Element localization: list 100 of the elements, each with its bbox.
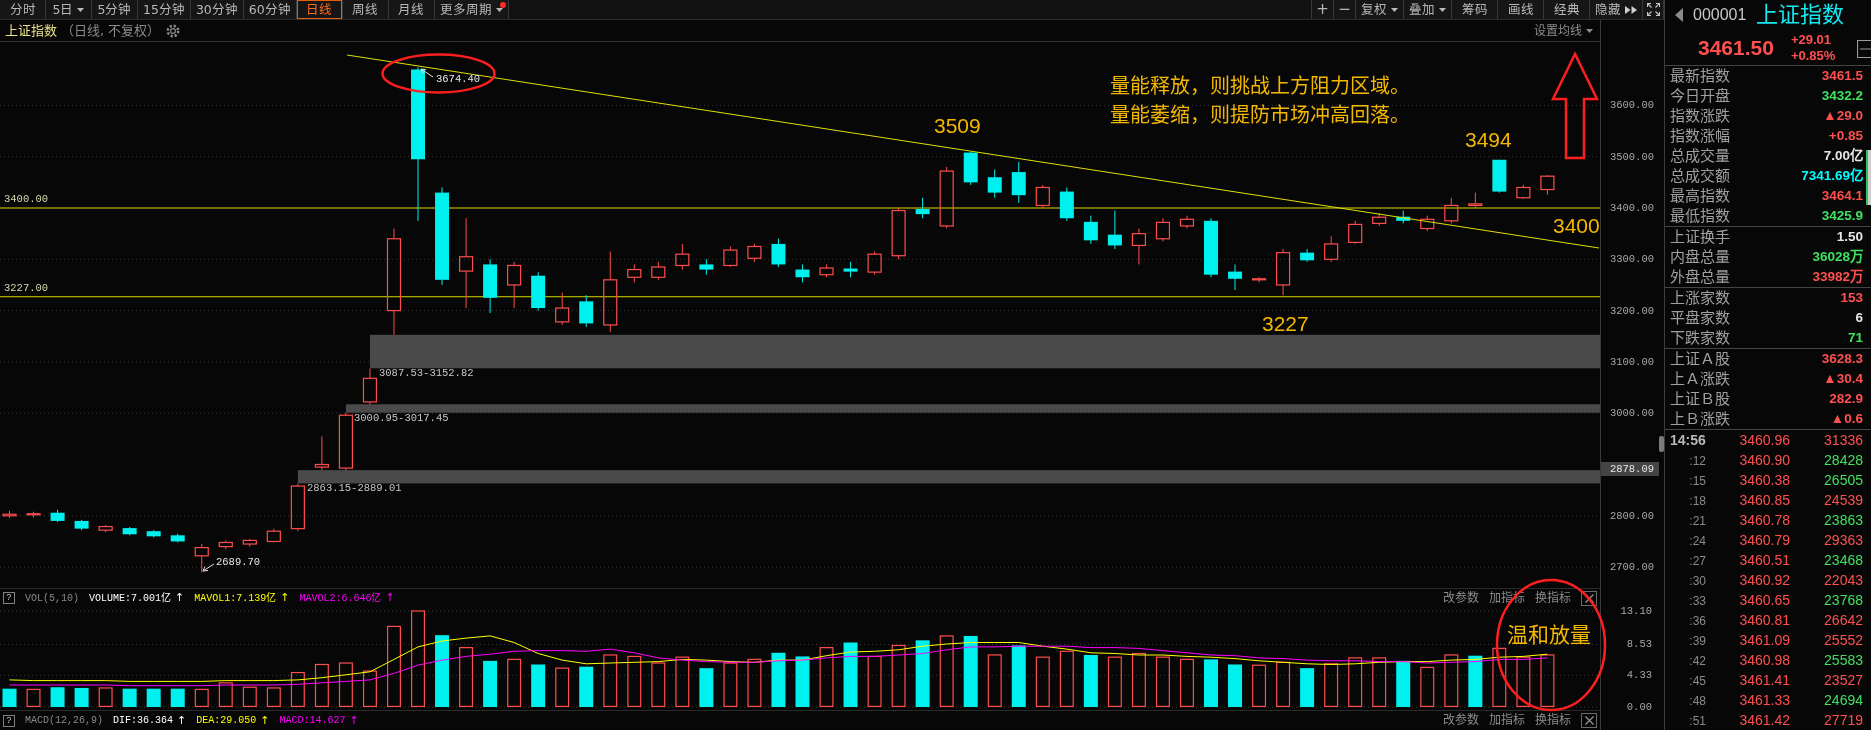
indicator-value: DIF:36.364 — [113, 714, 174, 728]
minus-box-icon[interactable] — [1857, 40, 1871, 58]
volume-bar — [1131, 652, 1146, 707]
stat-value: 3461.5 — [1821, 67, 1863, 85]
trend-arrow: ↑ — [385, 592, 395, 604]
volume-bar — [1035, 656, 1050, 707]
volume-bar — [507, 658, 522, 707]
high-price-label: 3674.40 — [436, 73, 481, 85]
stat-value: ▲0.6 — [1830, 410, 1863, 428]
period-tab[interactable]: 月线 — [388, 0, 435, 19]
close-button[interactable] — [1581, 713, 1597, 728]
axis-label: 3000.00 — [1609, 407, 1654, 420]
candle — [194, 543, 209, 573]
candle — [74, 519, 89, 531]
volume-bar — [555, 667, 570, 707]
volume-bar — [675, 656, 690, 707]
indicator-action[interactable]: 换指标 — [1535, 712, 1571, 729]
stat-value: 153 — [1840, 289, 1863, 307]
tick-price: 3460.81 — [1738, 611, 1790, 630]
indicator-value: VOLUME:7.001亿 — [89, 591, 172, 606]
stat-value: 3628.3 — [1821, 350, 1863, 368]
indicator-action[interactable]: 换指标 — [1535, 589, 1571, 607]
tick-time: :30 — [1688, 572, 1707, 590]
candle — [579, 294, 594, 328]
period-tab[interactable]: 更多周期 — [434, 0, 509, 19]
period-tab[interactable]: 5分钟 — [92, 0, 138, 19]
indicator-name: MACD(12,26,9) — [25, 714, 103, 728]
period-tab[interactable]: 分时 — [0, 0, 46, 19]
candle — [819, 263, 834, 278]
stat-value: 7.00亿 — [1823, 147, 1863, 165]
candle — [1179, 215, 1195, 229]
tick-volume: 29363 — [1823, 531, 1863, 550]
toolbar-button[interactable]: 隐藏 — [1590, 0, 1643, 19]
price-annotation: 3400 — [1553, 213, 1600, 237]
help-button[interactable]: ? — [3, 714, 15, 727]
candle — [1396, 210, 1411, 224]
trend-arrow: ↑ — [280, 592, 290, 604]
toolbar-button[interactable]: − — [1334, 0, 1356, 19]
tick-volume: 26505 — [1823, 471, 1863, 490]
indicator-action[interactable]: 改参数 — [1443, 712, 1479, 729]
volume-bar — [1228, 664, 1243, 707]
candle — [1131, 228, 1146, 265]
help-button[interactable]: ? — [3, 592, 15, 604]
close-button[interactable] — [1581, 590, 1597, 606]
period-tab[interactable]: 日线 — [296, 0, 343, 19]
period-tab[interactable]: 30分钟 — [190, 0, 244, 19]
volume-bar — [435, 635, 450, 707]
period-tab[interactable]: 15分钟 — [138, 0, 191, 19]
trend-arrow: ↑ — [349, 714, 359, 727]
candle — [266, 528, 281, 543]
tick-price: 3461.33 — [1738, 691, 1790, 710]
ma-settings-dropdown[interactable]: 设置均线 — [1534, 20, 1593, 41]
volume-bar — [1468, 655, 1483, 707]
period-tab[interactable]: 周线 — [342, 0, 389, 19]
indicator-action[interactable]: 加指标 — [1489, 712, 1525, 729]
fullscreen-button[interactable] — [1643, 0, 1664, 19]
settings-icon[interactable] — [166, 23, 181, 38]
candle — [891, 207, 906, 260]
candle — [290, 483, 305, 532]
stat-label: 指数涨跌 — [1670, 106, 1730, 126]
tick-price: 3461.09 — [1738, 631, 1790, 650]
tick-price: 3461.41 — [1738, 671, 1790, 690]
period-tab[interactable]: 60分钟 — [243, 0, 297, 19]
toolbar-button[interactable]: 筹码 — [1452, 0, 1498, 19]
stat-value: 33982万 — [1812, 268, 1863, 286]
axis-label: 3600.00 — [1609, 99, 1654, 112]
price-marker: 2878.09 — [1601, 462, 1659, 476]
tick-volume: 26642 — [1823, 611, 1863, 630]
tick-price: 3460.90 — [1738, 451, 1790, 470]
indicator-action[interactable]: 改参数 — [1443, 589, 1479, 607]
tick-volume: 23527 — [1823, 671, 1863, 690]
tick-volume: 24539 — [1823, 491, 1863, 510]
left-triangle-icon[interactable] — [1675, 8, 1683, 22]
axis-label: 3300.00 — [1609, 253, 1654, 266]
splitter-handle-icon[interactable] — [1659, 436, 1664, 452]
tick-volume: 23768 — [1823, 591, 1863, 610]
candle — [1204, 217, 1218, 278]
tick-time: :18 — [1688, 492, 1707, 510]
toolbar-button[interactable]: 叠加 — [1404, 0, 1452, 19]
trend-arrow: ↑ — [260, 714, 270, 727]
tick-time: :42 — [1688, 652, 1707, 670]
candle — [531, 271, 546, 312]
volume-bar — [170, 688, 185, 707]
toolbar-button[interactable]: 经典 — [1544, 0, 1590, 19]
toolbar-button[interactable]: + — [1312, 0, 1334, 19]
candle — [362, 368, 378, 405]
scrollbar-thumb[interactable] — [1866, 150, 1871, 205]
stat-value: 6 — [1855, 309, 1863, 327]
candle — [338, 412, 354, 471]
toolbar-button[interactable]: 复权 — [1356, 0, 1404, 19]
toolbar-button[interactable]: 画线 — [1498, 0, 1544, 19]
stat-label: 平盘家数 — [1670, 308, 1730, 328]
tick-time: :51 — [1688, 712, 1707, 730]
period-tab[interactable]: 5日 — [46, 0, 92, 19]
stat-value: 36028万 — [1812, 248, 1863, 266]
tick-price: 3460.65 — [1738, 591, 1790, 610]
volume-bar — [987, 654, 1002, 707]
stat-label: 上Ｂ涨跌 — [1670, 409, 1730, 429]
stat-value: 7341.69亿 — [1801, 167, 1863, 185]
annotation-text: 量能萎缩，则提防市场冲高回落。 — [1110, 103, 1410, 127]
